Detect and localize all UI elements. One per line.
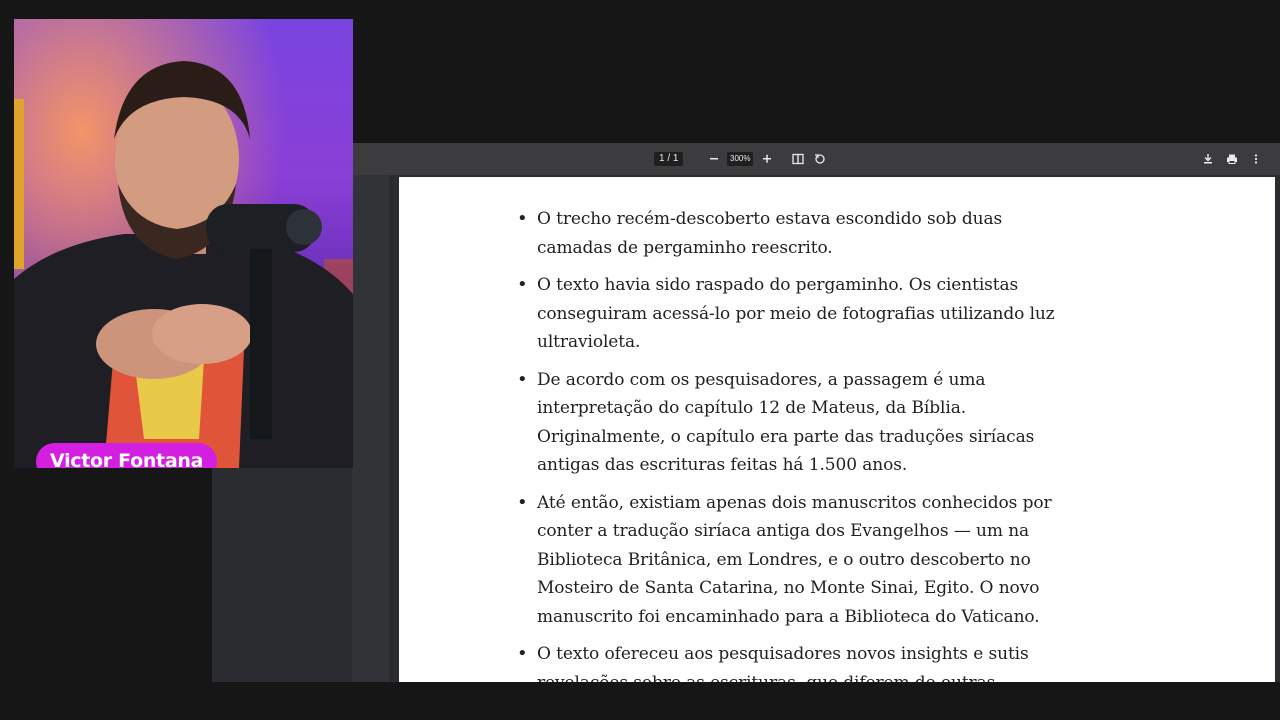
print-icon <box>1227 154 1237 164</box>
bullet-item: O texto ofereceu aos pesquisadores novos… <box>517 640 1077 682</box>
plus-icon <box>763 154 771 163</box>
page-total: 1 <box>672 153 679 164</box>
pdf-page: O trecho recém-descoberto estava escondi… <box>399 177 1275 682</box>
rotate-button[interactable] <box>813 152 827 166</box>
bullet-item: De acordo com os pesquisadores, a passag… <box>517 366 1077 480</box>
fit-page-icon <box>792 153 804 165</box>
presenter-name-tag: Victor Fontana <box>36 443 218 468</box>
print-button[interactable] <box>1225 152 1239 166</box>
bullet-item: O texto havia sido raspado do pergaminho… <box>517 271 1077 357</box>
more-options-button[interactable] <box>1249 152 1263 166</box>
more-vert-icon <box>1254 154 1258 164</box>
zoom-out-button[interactable] <box>707 152 721 166</box>
download-button[interactable] <box>1201 152 1215 166</box>
bullet-item: Até então, existiam apenas dois manuscri… <box>517 489 1077 632</box>
rotate-icon <box>815 154 825 164</box>
pdf-viewer: 1 / 1 300% O trecho recém-descoberto est <box>212 143 1280 682</box>
fit-page-button[interactable] <box>791 152 805 166</box>
sidebar-strip <box>352 175 391 682</box>
webcam-overlay: Victor Fontana <box>14 19 353 468</box>
presenter-video <box>14 19 353 468</box>
page-current[interactable]: 1 <box>659 153 665 164</box>
pdf-toolbar: 1 / 1 300% <box>352 143 1280 175</box>
zoom-level[interactable]: 300% <box>727 152 754 166</box>
page-indicator[interactable]: 1 / 1 <box>654 152 684 166</box>
bullet-item: O trecho recém-descoberto estava escondi… <box>517 205 1077 262</box>
download-icon <box>1204 154 1212 164</box>
page-separator: / <box>667 153 671 164</box>
bullet-list: O trecho recém-descoberto estava escondi… <box>399 205 1275 682</box>
minus-icon <box>710 158 718 160</box>
zoom-in-button[interactable] <box>760 152 774 166</box>
